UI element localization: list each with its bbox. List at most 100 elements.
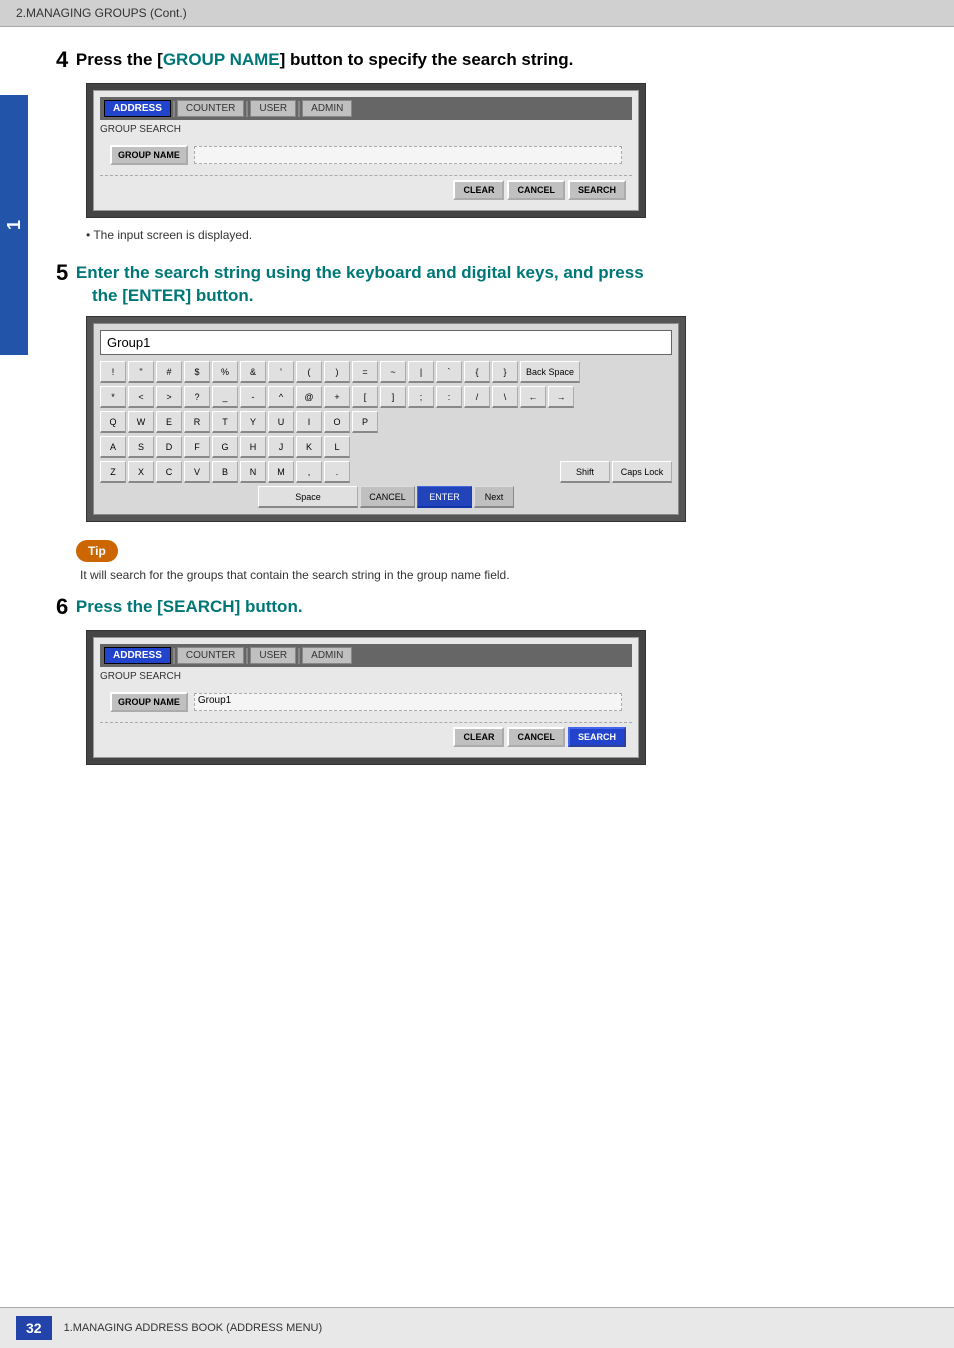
step6-tab-sep2 <box>246 648 248 664</box>
key-q[interactable]: Q <box>100 411 126 433</box>
key-backspace[interactable]: Back Space <box>520 361 580 383</box>
key-c[interactable]: C <box>156 461 182 483</box>
key-s[interactable]: S <box>128 436 154 458</box>
key-apos[interactable]: ' <box>268 361 294 383</box>
key-a[interactable]: A <box>100 436 126 458</box>
cancel-button-step4[interactable]: CANCEL <box>507 180 565 200</box>
key-enter[interactable]: ENTER <box>417 486 472 508</box>
keyboard-row2: * < > ? _ - ^ @ + [ ] ; : / \ ← → <box>100 386 672 408</box>
key-eq[interactable]: = <box>352 361 378 383</box>
key-colon[interactable]: : <box>436 386 462 408</box>
key-semicolon[interactable]: ; <box>408 386 434 408</box>
step6-tab-counter[interactable]: COUNTER <box>177 647 244 664</box>
step4-group-name-row: GROUP NAME <box>100 145 632 165</box>
key-lparen[interactable]: ( <box>296 361 322 383</box>
key-o[interactable]: O <box>324 411 350 433</box>
keyboard-row1: ! " # $ % & ' ( ) = ~ | ` { } Back Space <box>100 361 672 383</box>
key-j[interactable]: J <box>268 436 294 458</box>
tab-admin[interactable]: ADMIN <box>302 100 352 117</box>
key-rcurly[interactable]: } <box>492 361 518 383</box>
key-space[interactable]: Space <box>258 486 358 508</box>
key-v[interactable]: V <box>184 461 210 483</box>
key-backtick[interactable]: ` <box>436 361 462 383</box>
key-shift[interactable]: Shift <box>560 461 610 483</box>
key-dollar[interactable]: $ <box>184 361 210 383</box>
key-next[interactable]: Next <box>474 486 514 508</box>
key-z[interactable]: Z <box>100 461 126 483</box>
key-i[interactable]: I <box>296 411 322 433</box>
key-lbracket[interactable]: [ <box>352 386 378 408</box>
key-cancel[interactable]: CANCEL <box>360 486 415 508</box>
key-amp[interactable]: & <box>240 361 266 383</box>
search-button-step6[interactable]: SEARCH <box>568 727 626 747</box>
keyboard-row5: Z X C V B N M , . Shift Caps Lock <box>100 461 672 483</box>
key-w[interactable]: W <box>128 411 154 433</box>
key-caret[interactable]: ^ <box>268 386 294 408</box>
step6-tab-user[interactable]: USER <box>250 647 296 664</box>
step4-note: • The input screen is displayed. <box>86 228 924 242</box>
key-question[interactable]: ? <box>184 386 210 408</box>
key-rparen[interactable]: ) <box>324 361 350 383</box>
key-quote[interactable]: " <box>128 361 154 383</box>
key-m[interactable]: M <box>268 461 294 483</box>
tip-text: It will search for the groups that conta… <box>80 568 924 582</box>
key-backslash[interactable]: \ <box>492 386 518 408</box>
key-at[interactable]: @ <box>296 386 322 408</box>
step4-heading: 4 Press the [GROUP NAME] button to speci… <box>56 47 924 73</box>
key-r[interactable]: R <box>184 411 210 433</box>
step6-tab-address[interactable]: ADDRESS <box>104 647 171 664</box>
key-asterisk[interactable]: * <box>100 386 126 408</box>
clear-button-step6[interactable]: CLEAR <box>453 727 504 747</box>
key-f[interactable]: F <box>184 436 210 458</box>
step4-title: Press the [GROUP NAME] button to specify… <box>76 50 574 69</box>
step4-container: 4 Press the [GROUP NAME] button to speci… <box>56 47 924 242</box>
key-p[interactable]: P <box>352 411 378 433</box>
key-g[interactable]: G <box>212 436 238 458</box>
key-k[interactable]: K <box>296 436 322 458</box>
key-tilde[interactable]: ~ <box>380 361 406 383</box>
step6-tab-sep1 <box>173 648 175 664</box>
cancel-button-step6[interactable]: CANCEL <box>507 727 565 747</box>
key-percent[interactable]: % <box>212 361 238 383</box>
key-d[interactable]: D <box>156 436 182 458</box>
key-h[interactable]: H <box>240 436 266 458</box>
key-slash[interactable]: / <box>464 386 490 408</box>
key-period[interactable]: . <box>324 461 350 483</box>
keyboard-row4: A S D F G H J K L <box>100 436 672 458</box>
key-comma[interactable]: , <box>296 461 322 483</box>
key-hash[interactable]: # <box>156 361 182 383</box>
key-right-arrow[interactable]: → <box>548 386 574 408</box>
tab-address[interactable]: ADDRESS <box>104 100 171 117</box>
tab-user[interactable]: USER <box>250 100 296 117</box>
key-rbracket[interactable]: ] <box>380 386 406 408</box>
key-dash[interactable]: - <box>240 386 266 408</box>
step5-heading: 5 Enter the search string using the keyb… <box>56 260 924 286</box>
key-b[interactable]: B <box>212 461 238 483</box>
key-left-arrow[interactable]: ← <box>520 386 546 408</box>
key-y[interactable]: Y <box>240 411 266 433</box>
key-underscore[interactable]: _ <box>212 386 238 408</box>
key-plus[interactable]: + <box>324 386 350 408</box>
key-excl[interactable]: ! <box>100 361 126 383</box>
clear-button-step4[interactable]: CLEAR <box>453 180 504 200</box>
key-pipe[interactable]: | <box>408 361 434 383</box>
step6-tab-admin[interactable]: ADMIN <box>302 647 352 664</box>
key-lt[interactable]: < <box>128 386 154 408</box>
search-button-step4[interactable]: SEARCH <box>568 180 626 200</box>
key-e[interactable]: E <box>156 411 182 433</box>
key-n[interactable]: N <box>240 461 266 483</box>
key-l[interactable]: L <box>324 436 350 458</box>
key-t[interactable]: T <box>212 411 238 433</box>
step4-name-input[interactable] <box>194 146 622 164</box>
step6-group-name-button[interactable]: GROUP NAME <box>110 692 188 712</box>
key-u[interactable]: U <box>268 411 294 433</box>
key-lcurly[interactable]: { <box>464 361 490 383</box>
step6-name-input[interactable]: Group1 <box>194 693 622 711</box>
step6-screen-inner: ADDRESS COUNTER USER ADMIN GROUP SEARCH … <box>93 637 639 758</box>
key-x[interactable]: X <box>128 461 154 483</box>
tab-counter[interactable]: COUNTER <box>177 100 244 117</box>
group-name-button[interactable]: GROUP NAME <box>110 145 188 165</box>
key-caps-lock[interactable]: Caps Lock <box>612 461 672 483</box>
key-gt[interactable]: > <box>156 386 182 408</box>
step6-title: Press the [SEARCH] button. <box>76 597 303 616</box>
